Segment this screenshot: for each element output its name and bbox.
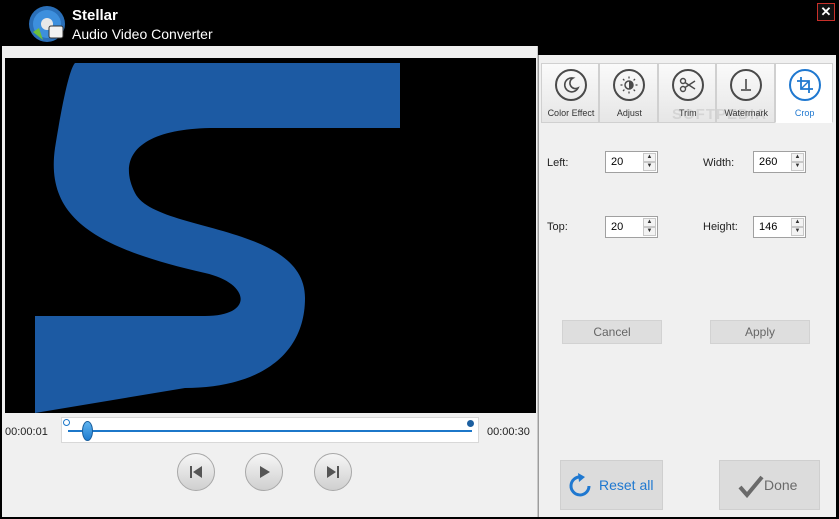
close-button[interactable]: ✕ bbox=[817, 3, 835, 21]
tab-label: Color Effect bbox=[547, 108, 595, 118]
height-spinbox[interactable]: 146 ▲ ▼ bbox=[753, 216, 806, 238]
trim-end-marker[interactable] bbox=[467, 420, 474, 427]
title-bar: Stellar Audio Video Converter ✕ bbox=[0, 0, 839, 46]
width-value: 260 bbox=[759, 156, 778, 168]
tab-label: Crop bbox=[794, 108, 815, 118]
edit-panel: Color Effect Adjust Trim Watermark Crop … bbox=[538, 55, 836, 517]
done-button[interactable]: Done bbox=[719, 460, 820, 510]
seek-track bbox=[68, 430, 472, 432]
video-preview bbox=[5, 58, 536, 413]
cancel-button[interactable]: Cancel bbox=[562, 320, 662, 344]
tab-label: Adjust bbox=[616, 108, 642, 118]
trim-start-marker[interactable] bbox=[63, 419, 70, 426]
current-time-label: 00:00:01 bbox=[5, 426, 48, 438]
seek-bar[interactable] bbox=[61, 417, 479, 443]
width-spinbox[interactable]: 260 ▲ ▼ bbox=[753, 151, 806, 173]
decrement-button[interactable]: ▼ bbox=[791, 162, 804, 171]
play-icon bbox=[260, 466, 270, 478]
preview-pane: 00:00:01 00:00:30 bbox=[2, 46, 538, 517]
checkmark-icon bbox=[738, 475, 764, 498]
done-label: Done bbox=[764, 477, 798, 493]
total-time-label: 00:00:30 bbox=[487, 426, 530, 438]
watermark-icon bbox=[730, 69, 763, 101]
reset-all-label: Reset all bbox=[599, 477, 654, 493]
height-label: Height: bbox=[703, 221, 738, 233]
watermark-overlay: SOFTPEDIA bbox=[672, 106, 767, 123]
app-title: Stellar bbox=[72, 7, 118, 24]
top-label: Top: bbox=[547, 221, 568, 233]
increment-button[interactable]: ▲ bbox=[791, 153, 804, 162]
top-spinbox[interactable]: 20 ▲ ▼ bbox=[605, 216, 658, 238]
tab-crop[interactable]: Crop bbox=[774, 63, 834, 123]
decrement-button[interactable]: ▼ bbox=[643, 162, 656, 171]
video-frame-logo bbox=[35, 63, 400, 413]
adjust-icon bbox=[613, 69, 646, 101]
play-button[interactable] bbox=[245, 453, 283, 491]
scissors-icon bbox=[671, 69, 704, 101]
height-value: 146 bbox=[759, 221, 778, 233]
left-value: 20 bbox=[611, 156, 624, 168]
increment-button[interactable]: ▲ bbox=[643, 218, 656, 227]
left-label: Left: bbox=[547, 157, 569, 169]
tab-color-effect[interactable]: Color Effect bbox=[541, 63, 600, 123]
decrement-button[interactable]: ▼ bbox=[643, 227, 656, 236]
next-button[interactable] bbox=[314, 453, 352, 491]
previous-button[interactable] bbox=[177, 453, 215, 491]
width-label: Width: bbox=[703, 157, 735, 169]
reset-all-button[interactable]: Reset all bbox=[560, 460, 663, 510]
increment-button[interactable]: ▲ bbox=[791, 218, 804, 227]
app-logo-icon bbox=[29, 6, 65, 42]
tab-adjust[interactable]: Adjust bbox=[599, 63, 658, 123]
reset-icon bbox=[569, 473, 591, 497]
color-effect-icon bbox=[555, 69, 587, 101]
left-spinbox[interactable]: 20 ▲ ▼ bbox=[605, 151, 658, 173]
increment-button[interactable]: ▲ bbox=[643, 153, 656, 162]
apply-button[interactable]: Apply bbox=[710, 320, 810, 344]
app-subtitle: Audio Video Converter bbox=[72, 26, 213, 42]
skip-back-icon bbox=[190, 466, 202, 478]
skip-forward-icon bbox=[327, 466, 339, 478]
seek-thumb[interactable] bbox=[82, 421, 94, 441]
top-value: 20 bbox=[611, 221, 624, 233]
decrement-button[interactable]: ▼ bbox=[791, 227, 804, 236]
crop-icon bbox=[788, 69, 821, 101]
app-window: Stellar Audio Video Converter ✕ 00:00:01… bbox=[0, 0, 839, 519]
